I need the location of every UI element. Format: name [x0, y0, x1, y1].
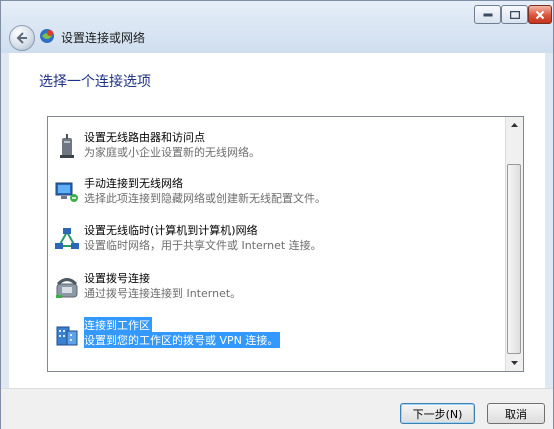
next-button[interactable]: 下一步(N) — [400, 403, 475, 424]
arrow-down-icon — [511, 361, 518, 365]
network-setup-icon — [40, 29, 54, 43]
close-button[interactable] — [528, 5, 552, 24]
maximize-icon — [509, 10, 520, 19]
arrow-up-icon — [511, 123, 518, 127]
option-description: 设置到您的工作区的拨号或 VPN 连接。 — [84, 332, 281, 348]
wizard-content: 选择一个连接选项 设置无线路由器和访问点 为家庭或小企业设置新的无线网络。 手动… — [9, 53, 545, 388]
option-title: 设置无线路由器和访问点 — [84, 131, 205, 144]
connection-options-list[interactable]: 设置无线路由器和访问点 为家庭或小企业设置新的无线网络。 手动连接到无线网络 选… — [47, 116, 524, 372]
option-title: 设置无线临时(计算机到计算机)网络 — [84, 224, 258, 237]
minimize-button[interactable] — [474, 5, 501, 24]
button-bar: 下一步(N) 取消 — [1, 388, 553, 429]
option-dialup[interactable]: 设置拨号连接 通过拨号连接连接到 Internet。 — [54, 268, 494, 306]
workplace-icon — [56, 326, 78, 346]
option-description: 通过拨号连接连接到 Internet。 — [84, 287, 242, 300]
cancel-button[interactable]: 取消 — [487, 403, 545, 424]
network-wireless-icon — [55, 182, 78, 202]
option-title: 设置拨号连接 — [84, 272, 150, 285]
maximize-button[interactable] — [501, 5, 528, 24]
option-title: 连接到工作区 — [84, 317, 152, 333]
back-arrow-icon — [16, 32, 27, 44]
option-adhoc-network[interactable]: 设置无线临时(计算机到计算机)网络 设置临时网络，用于共享文件或 Interne… — [54, 220, 494, 258]
vertical-scrollbar[interactable] — [505, 117, 523, 371]
page-heading: 选择一个连接选项 — [39, 74, 151, 90]
option-wireless-router[interactable]: 设置无线路由器和访问点 为家庭或小企业设置新的无线网络。 — [54, 127, 494, 165]
option-description: 选择此项连接到隐藏网络或创建新无线配置文件。 — [84, 192, 326, 205]
scroll-down-button[interactable] — [506, 354, 523, 371]
wizard-window: 设置连接或网络 选择一个连接选项 设置无线路由器和访问点 为家庭或小企业设置新的… — [0, 0, 554, 429]
scrollbar-thumb[interactable] — [507, 164, 521, 354]
scroll-up-button[interactable] — [506, 117, 523, 134]
ad-hoc-network-icon — [55, 228, 79, 249]
dialup-phone-icon — [56, 278, 78, 298]
option-description: 为家庭或小企业设置新的无线网络。 — [84, 146, 260, 159]
option-workplace[interactable]: 连接到工作区 设置到您的工作区的拨号或 VPN 连接。 — [54, 315, 494, 353]
minimize-icon — [483, 13, 492, 16]
window-title: 设置连接或网络 — [61, 31, 146, 45]
wireless-router-icon — [60, 134, 74, 158]
title-bar: 设置连接或网络 — [1, 1, 553, 53]
close-icon — [535, 10, 545, 19]
option-description: 设置临时网络，用于共享文件或 Internet 连接。 — [84, 239, 322, 252]
option-title: 手动连接到无线网络 — [84, 177, 183, 190]
option-manual-wireless[interactable]: 手动连接到无线网络 选择此项连接到隐藏网络或创建新无线配置文件。 — [54, 173, 494, 211]
back-button[interactable] — [9, 25, 35, 51]
